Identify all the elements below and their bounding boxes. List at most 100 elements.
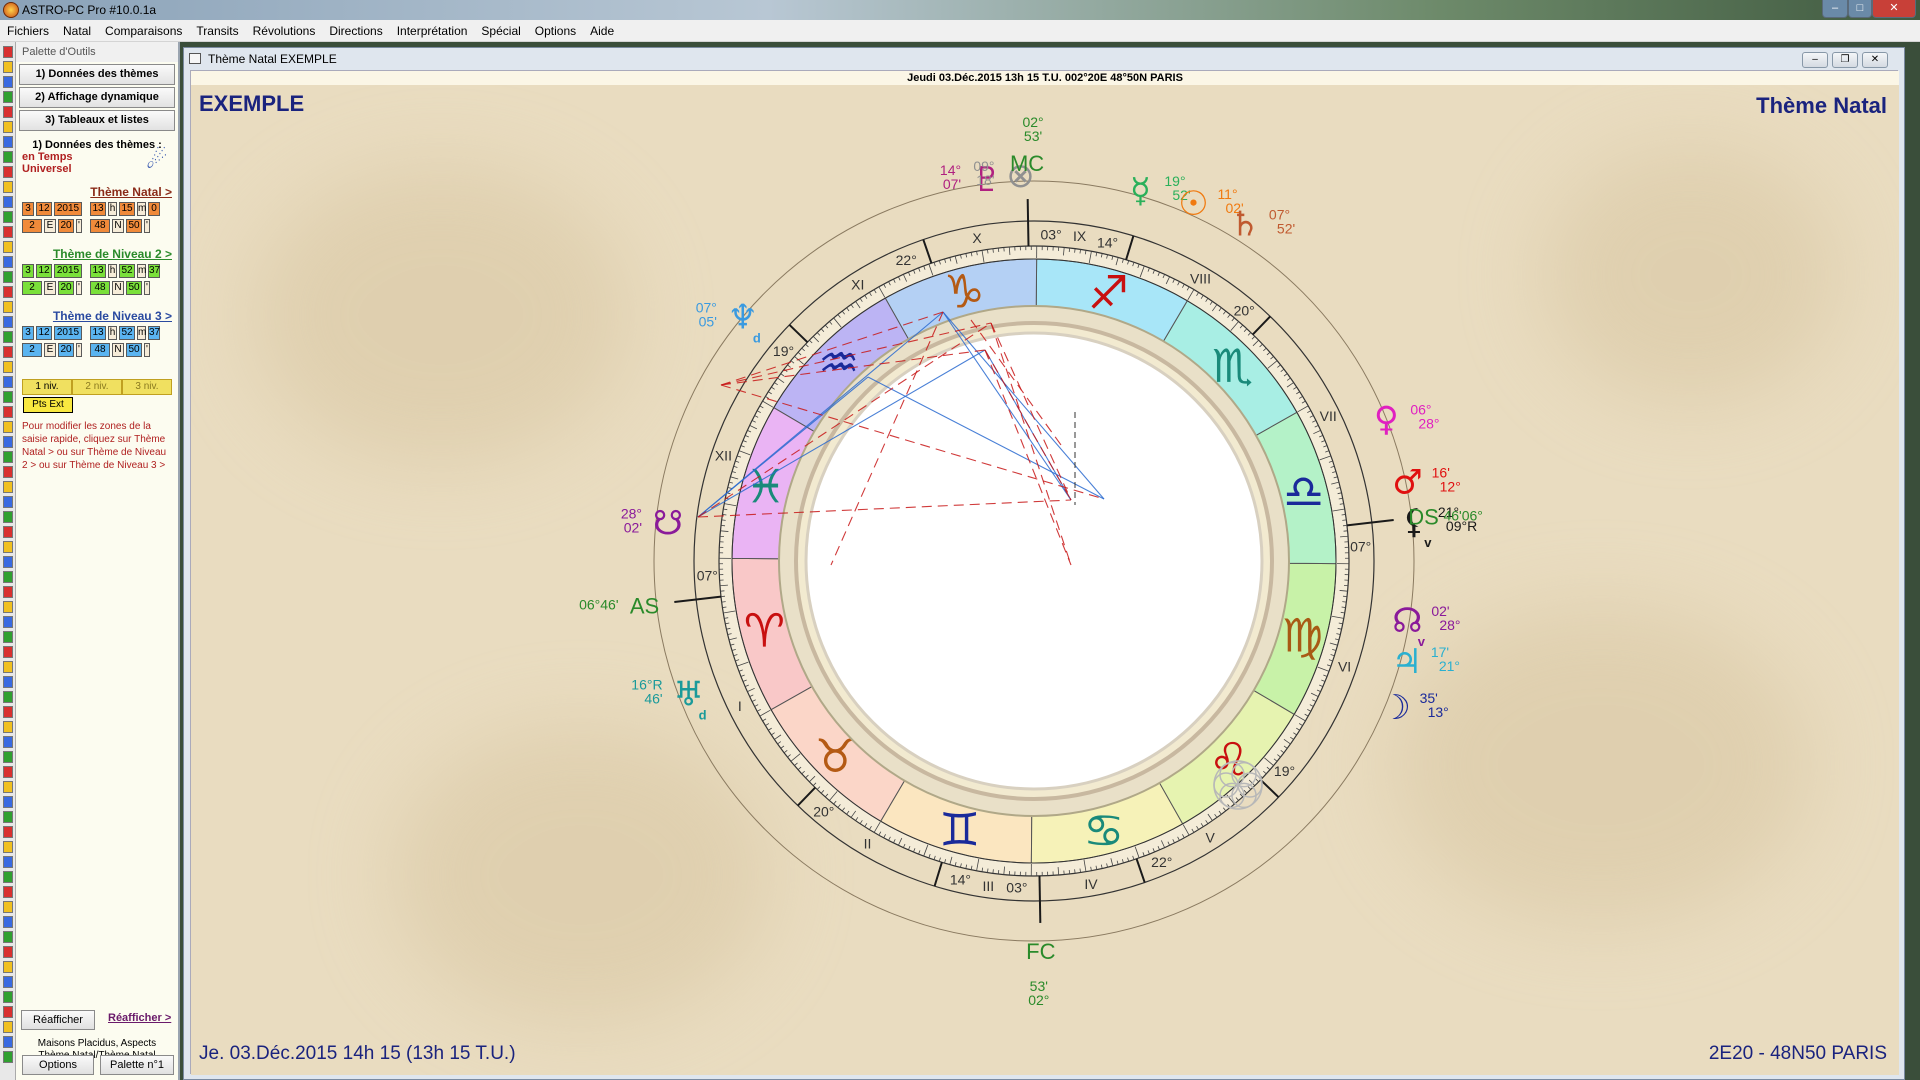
color-key-square [3, 526, 13, 538]
natal-minute[interactable]: 15 [119, 202, 135, 216]
l2-month[interactable]: 12 [36, 264, 52, 278]
chart-bottom-location: 2E20 - 48N50 PARIS [1708, 1043, 1887, 1064]
menu-fichiers[interactable]: Fichiers [0, 20, 56, 42]
l2-hour[interactable]: 13 [90, 264, 106, 278]
planet-minute: 12° [1440, 479, 1461, 495]
sign-glyph-gemini: ♊ [939, 802, 980, 856]
planet-minute: 18' [976, 172, 994, 188]
l3-lon-unit: ' [76, 343, 82, 357]
l3-minute[interactable]: 52 [119, 326, 135, 340]
l2-year[interactable]: 2015 [54, 264, 82, 278]
chart-restore-button[interactable]: ❐ [1832, 52, 1858, 68]
menu-aide[interactable]: Aide [583, 20, 621, 42]
menu-interpretation[interactable]: Interprétation [390, 20, 475, 42]
options-button[interactable]: Options [22, 1055, 94, 1075]
palette-number-button[interactable]: Palette n°1 [100, 1055, 174, 1075]
themes-data-button[interactable]: 1) Données des thèmes [19, 64, 175, 85]
natal-year[interactable]: 2015 [54, 202, 82, 216]
color-key-square [3, 1021, 13, 1033]
natal-month[interactable]: 12 [36, 202, 52, 216]
planet-glyph: ☋ [653, 504, 683, 544]
house-cusp-line [1135, 858, 1146, 883]
natal-lat-dir: N [112, 219, 124, 233]
l3-lon-deg[interactable]: 2 [22, 343, 42, 357]
l3-lat-unit: ' [144, 343, 150, 357]
l2-lat-min[interactable]: 50 [126, 281, 142, 295]
natal-second[interactable]: 0 [148, 202, 160, 216]
dynamic-display-button[interactable]: 2) Affichage dynamique [19, 87, 175, 108]
l3-lat-deg[interactable]: 48 [90, 343, 110, 357]
natal-lon-deg[interactable]: 2 [22, 219, 42, 233]
color-key-square [3, 361, 13, 373]
sign-glyph-virgo: ♍ [1282, 608, 1323, 662]
l2-minute[interactable]: 52 [119, 264, 135, 278]
color-key-square [3, 436, 13, 448]
l3-lon-min[interactable]: 20 [58, 343, 74, 357]
chart-close-button[interactable]: ✕ [1862, 52, 1888, 68]
menu-comparaisons[interactable]: Comparaisons [98, 20, 189, 42]
chart-window-title: Thème Natal EXEMPLE [208, 52, 337, 66]
menu-options[interactable]: Options [528, 20, 583, 42]
color-key-square [3, 241, 13, 253]
planet-glyph: ♄ [1230, 204, 1260, 244]
level2-theme-link[interactable]: Thème de Niveau 2 > [16, 247, 178, 261]
color-key-square [3, 121, 13, 133]
color-key-square [3, 481, 13, 493]
menu-revolutions[interactable]: Révolutions [246, 20, 323, 42]
color-key-square [3, 916, 13, 928]
l3-hour[interactable]: 13 [90, 326, 106, 340]
minimize-button[interactable]: – [1822, 0, 1848, 18]
natal-theme-link[interactable]: Thème Natal > [16, 185, 178, 199]
close-button[interactable]: ✕ [1872, 0, 1916, 18]
l3-second[interactable]: 37 [148, 326, 160, 340]
menu-bar: Fichiers Natal Comparaisons Transits Révolut… [0, 20, 1920, 42]
house-number: VII [1320, 408, 1337, 424]
level3-theme-link[interactable]: Thème de Niveau 3 > [16, 309, 178, 323]
menu-directions[interactable]: Directions [322, 20, 389, 42]
level1-toggle[interactable]: 1 niv. [22, 379, 72, 395]
l2-lon-min[interactable]: 20 [58, 281, 74, 295]
tables-lists-button[interactable]: 3) Tableaux et listes [19, 110, 175, 131]
chart-minimize-button[interactable]: – [1802, 52, 1828, 68]
natal-lat-min[interactable]: 50 [126, 219, 142, 233]
degree-tick [721, 519, 726, 521]
l2-second[interactable]: 37 [148, 264, 160, 278]
planet-glyph: ♂ [1392, 463, 1422, 503]
window-titlebar: ASTRO-PC Pro #10.0.1a – □ ✕ [0, 0, 1920, 20]
color-key-square [3, 286, 13, 298]
reafficher-link[interactable]: Réafficher > [108, 1012, 171, 1024]
l3-year[interactable]: 2015 [54, 326, 82, 340]
color-key-square [3, 661, 13, 673]
angle-degree: 06°46' [579, 596, 618, 612]
color-key-square [3, 841, 13, 853]
reafficher-button[interactable]: Réafficher [21, 1010, 95, 1030]
l2-day[interactable]: 3 [22, 264, 34, 278]
l3-month[interactable]: 12 [36, 326, 52, 340]
color-key-square [3, 961, 13, 973]
l3-lat-min[interactable]: 50 [126, 343, 142, 357]
l2-lat-deg[interactable]: 48 [90, 281, 110, 295]
level2-toggle[interactable]: 2 niv. [72, 379, 122, 395]
color-key-square [3, 76, 13, 88]
ext-points-button[interactable]: Pts Ext [23, 397, 73, 413]
level3-toggle[interactable]: 3 niv. [122, 379, 172, 395]
l2-lon-deg[interactable]: 2 [22, 281, 42, 295]
color-key-square [3, 211, 13, 223]
natal-day[interactable]: 3 [22, 202, 34, 216]
house-number: VIII [1190, 270, 1211, 286]
degree-tick [992, 248, 994, 253]
menu-natal[interactable]: Natal [56, 20, 98, 42]
house-cusp-degree: 20° [1234, 303, 1255, 319]
color-key-square [3, 391, 13, 403]
color-key-square [3, 136, 13, 148]
natal-hour[interactable]: 13 [90, 202, 106, 216]
menu-transits[interactable]: Transits [189, 20, 245, 42]
natal-lat-deg[interactable]: 48 [90, 219, 110, 233]
menu-special[interactable]: Spécial [474, 20, 527, 42]
natal-lon-min[interactable]: 20 [58, 219, 74, 233]
color-key-square [3, 706, 13, 718]
color-key-square [3, 691, 13, 703]
l3-day[interactable]: 3 [22, 326, 34, 340]
planet-minute: 46' [644, 691, 662, 707]
maximize-button[interactable]: □ [1848, 0, 1872, 18]
